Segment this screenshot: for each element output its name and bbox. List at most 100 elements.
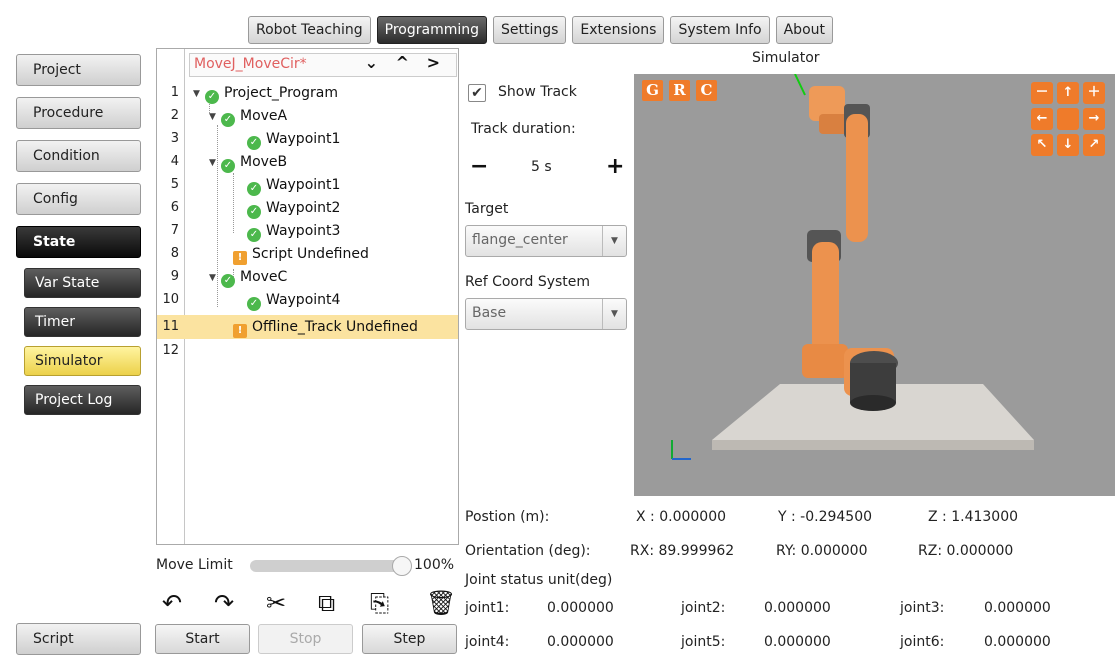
joint1-value: 0.000000 (547, 600, 614, 616)
copy-icon[interactable]: ⧉ (318, 590, 335, 616)
sidebar-item-procedure[interactable]: Procedure (16, 97, 141, 129)
sidebar-sub-var-state[interactable]: Var State (24, 268, 141, 298)
arrow-up-icon[interactable]: ↑ (1057, 82, 1079, 104)
sidebar-sub-simulator[interactable]: Simulator (24, 346, 141, 376)
tree-row[interactable]: 5 ✓ Waypoint1 (157, 173, 458, 197)
node-label: Offline_Track Undefined (252, 319, 418, 335)
tree-row[interactable]: 10 ✓ Waypoint4 (157, 288, 458, 312)
rotate-left-icon[interactable]: ↖ (1031, 134, 1053, 156)
check-icon: ✓ (247, 228, 261, 242)
sidebar-sub-timer[interactable]: Timer (24, 307, 141, 337)
position-y: Y : -0.294500 (778, 509, 873, 525)
node-label: Waypoint1 (266, 177, 341, 193)
ref-coord-select[interactable]: Base ▼ (465, 298, 627, 330)
cut-icon[interactable]: ✂ (266, 590, 286, 616)
tree-row[interactable]: 1 ▼ ✓ Project_Program (157, 81, 458, 105)
joint1-label: joint1: (465, 600, 510, 616)
sidebar-item-config[interactable]: Config (16, 183, 141, 215)
sidebar-sub-project-log[interactable]: Project Log (24, 385, 141, 415)
node-label: Script Undefined (252, 246, 369, 262)
track-duration-value: 5 s (531, 159, 552, 175)
tab-settings[interactable]: Settings (493, 16, 567, 44)
warning-icon: ! (233, 251, 247, 265)
redo-icon[interactable]: ↷ (214, 590, 234, 616)
simulator-viewport[interactable]: G R C － ↑ ＋ ← → ↖ ↓ ↗ (634, 74, 1115, 496)
target-label: Target (465, 201, 509, 217)
program-file-header: MoveJ_MoveCir* ⌄ ^ > (189, 53, 457, 77)
sidebar-item-state[interactable]: State (16, 226, 141, 258)
tree-nav-arrows[interactable]: ⌄ ^ > (365, 53, 446, 72)
check-icon: ✓ (247, 136, 261, 150)
move-limit-slider-handle[interactable] (392, 556, 412, 576)
increase-duration-button[interactable]: + (606, 156, 624, 178)
check-icon: ✓ (247, 182, 261, 196)
tree-row[interactable]: 8 ! Script Undefined (157, 242, 458, 266)
undo-icon[interactable]: ↶ (162, 590, 182, 616)
view-button-r[interactable]: R (669, 80, 690, 101)
joint5-label: joint5: (681, 634, 726, 650)
tree-row[interactable]: 4 ▼ ✓ MoveB (157, 150, 458, 174)
view-button-c[interactable]: C (696, 80, 717, 101)
tab-programming[interactable]: Programming (376, 16, 487, 44)
warning-icon: ! (233, 324, 247, 338)
joint4-label: joint4: (465, 634, 510, 650)
joint2-label: joint2: (681, 600, 726, 616)
center-view-icon[interactable] (1057, 108, 1079, 130)
tree-row[interactable]: 6 ✓ Waypoint2 (157, 196, 458, 220)
tree-row[interactable]: 12 (157, 339, 458, 363)
orientation-ry: RY: 0.000000 (776, 543, 868, 559)
joint3-value: 0.000000 (984, 600, 1051, 616)
start-button[interactable]: Start (155, 624, 250, 654)
track-duration-label: Track duration: (471, 121, 576, 137)
zoom-out-icon[interactable]: － (1031, 82, 1053, 104)
node-label: Waypoint2 (266, 200, 341, 216)
ref-coord-label: Ref Coord System (465, 274, 591, 290)
tab-extensions[interactable]: Extensions (572, 16, 665, 44)
joint6-value: 0.000000 (984, 634, 1051, 650)
tree-row[interactable]: 9 ▼ ✓ MoveC (157, 265, 458, 289)
tree-row[interactable]: 7 ✓ Waypoint3 (157, 219, 458, 243)
check-icon: ✓ (221, 274, 235, 288)
simulator-title: Simulator (752, 50, 820, 66)
rotate-right-icon[interactable]: ↗ (1083, 134, 1105, 156)
top-tab-bar: Robot Teaching Programming Settings Exte… (248, 16, 834, 44)
sidebar-item-script[interactable]: Script (16, 623, 141, 655)
joint2-value: 0.000000 (764, 600, 831, 616)
delete-icon[interactable]: 🗑 (426, 590, 456, 616)
target-select[interactable]: flange_center ▼ (465, 225, 627, 257)
node-label: Project_Program (224, 85, 338, 101)
show-track-label: Show Track (498, 84, 577, 100)
tree-row[interactable]: 2 ▼ ✓ MoveA (157, 104, 458, 128)
arrow-down-icon[interactable]: ↓ (1057, 134, 1079, 156)
expand-caret-icon[interactable]: ▼ (209, 266, 221, 290)
tab-robot-teaching[interactable]: Robot Teaching (248, 16, 371, 44)
move-limit-track[interactable] (250, 560, 402, 572)
arrow-right-icon[interactable]: → (1083, 108, 1105, 130)
arrow-left-icon[interactable]: ← (1031, 108, 1053, 130)
view-button-g[interactable]: G (642, 80, 663, 101)
tree-row[interactable]: 3 ✓ Waypoint1 (157, 127, 458, 151)
sidebar-item-condition[interactable]: Condition (16, 140, 141, 172)
node-label: MoveA (240, 108, 288, 124)
expand-caret-icon[interactable]: ▼ (209, 151, 221, 175)
sidebar-item-project[interactable]: Project (16, 54, 141, 86)
step-button[interactable]: Step (362, 624, 457, 654)
decrease-duration-button[interactable]: − (470, 156, 488, 178)
tab-about[interactable]: About (775, 16, 834, 44)
check-icon: ✓ (247, 297, 261, 311)
stop-button[interactable]: Stop (258, 624, 353, 654)
tree-row-selected[interactable]: 11 ! Offline_Track Undefined (157, 315, 458, 339)
position-z: Z : 1.413000 (928, 509, 1019, 525)
target-select-value: flange_center (472, 232, 568, 248)
paste-icon[interactable]: ⎘ (370, 590, 389, 616)
program-file-name: MoveJ_MoveCir* (194, 56, 307, 72)
show-track-checkbox[interactable]: ✔ (468, 84, 486, 102)
tab-system-info[interactable]: System Info (670, 16, 770, 44)
position-label: Postion (m): (465, 509, 550, 525)
dropdown-arrow-icon: ▼ (602, 226, 626, 256)
ref-coord-select-value: Base (472, 305, 507, 321)
expand-caret-icon[interactable]: ▼ (209, 105, 221, 129)
check-icon: ✓ (205, 90, 219, 104)
expand-caret-icon[interactable]: ▼ (193, 82, 205, 106)
zoom-in-icon[interactable]: ＋ (1083, 82, 1105, 104)
